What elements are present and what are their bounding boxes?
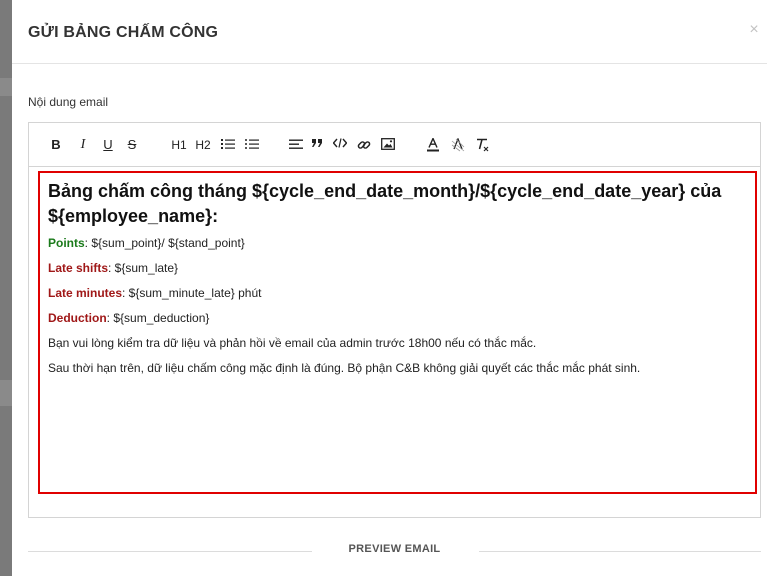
heading1-button[interactable]: H1 — [169, 135, 189, 155]
preview-email-label: PREVIEW EMAIL — [348, 543, 441, 555]
email-content-label: Nội dung email — [28, 95, 109, 109]
editor-toolbar: B I U S H1 H2 — [29, 123, 760, 167]
send-timesheet-modal: GỬI BẢNG CHẤM CÔNG × Nội dung email B I … — [12, 0, 767, 576]
paragraph-check-data: Bạn vui lòng kiểm tra dữ liệu và phản hồ… — [48, 336, 537, 350]
code-icon[interactable] — [331, 135, 349, 155]
email-heading: Bảng chấm công tháng ${cycle_end_date_mo… — [48, 181, 722, 226]
clear-format-icon[interactable] — [473, 135, 491, 155]
underline-button[interactable]: U — [101, 135, 115, 155]
image-icon[interactable] — [379, 135, 397, 155]
late-minutes-label: Late minutes — [48, 286, 123, 300]
points-line: Points: ${sum_point}/ ${stand_point} — [48, 235, 747, 251]
bullet-list-icon[interactable] — [244, 135, 260, 155]
backdrop-band — [0, 380, 12, 406]
deduction-line: Deduction: ${sum_deduction} — [48, 310, 747, 326]
ordered-list-icon[interactable] — [220, 135, 236, 155]
modal-title: GỬI BẢNG CHẤM CÔNG — [28, 24, 219, 41]
rich-text-editor: B I U S H1 H2 Bảng chấm công tháng ${cyc… — [28, 122, 761, 518]
align-icon[interactable] — [288, 135, 304, 155]
paragraph-deadline: Sau thời hạn trên, dữ liệu chấm công mặc… — [48, 361, 641, 375]
link-icon[interactable] — [355, 135, 373, 155]
late-shifts-line: Late shifts: ${sum_late} — [48, 260, 747, 276]
modal-header: GỬI BẢNG CHẤM CÔNG × — [12, 0, 767, 64]
backdrop-band — [0, 78, 12, 96]
late-minutes-value: : ${sum_minute_late} phút — [122, 286, 262, 300]
italic-button[interactable]: I — [76, 135, 90, 155]
email-body-editor[interactable]: Bảng chấm công tháng ${cycle_end_date_mo… — [38, 171, 757, 494]
page-backdrop — [0, 0, 12, 576]
late-shifts-label: Late shifts — [48, 261, 109, 275]
background-color-icon[interactable] — [449, 135, 467, 155]
deduction-value: : ${sum_deduction} — [106, 311, 210, 325]
close-icon[interactable]: × — [745, 20, 763, 40]
late-shifts-value: : ${sum_late} — [108, 261, 179, 275]
bold-button[interactable]: B — [49, 135, 63, 155]
deduction-label: Deduction — [48, 311, 107, 325]
preview-email-divider: PREVIEW EMAIL — [28, 543, 761, 559]
blockquote-icon[interactable] — [310, 135, 326, 155]
heading2-button[interactable]: H2 — [193, 135, 213, 155]
font-color-icon[interactable] — [425, 135, 441, 155]
late-minutes-line: Late minutes: ${sum_minute_late} phút — [48, 285, 747, 301]
points-value: : ${sum_point}/ ${stand_point} — [84, 236, 245, 250]
strikethrough-button[interactable]: S — [125, 135, 139, 155]
points-label: Points — [48, 236, 85, 250]
divider-line — [479, 551, 761, 552]
